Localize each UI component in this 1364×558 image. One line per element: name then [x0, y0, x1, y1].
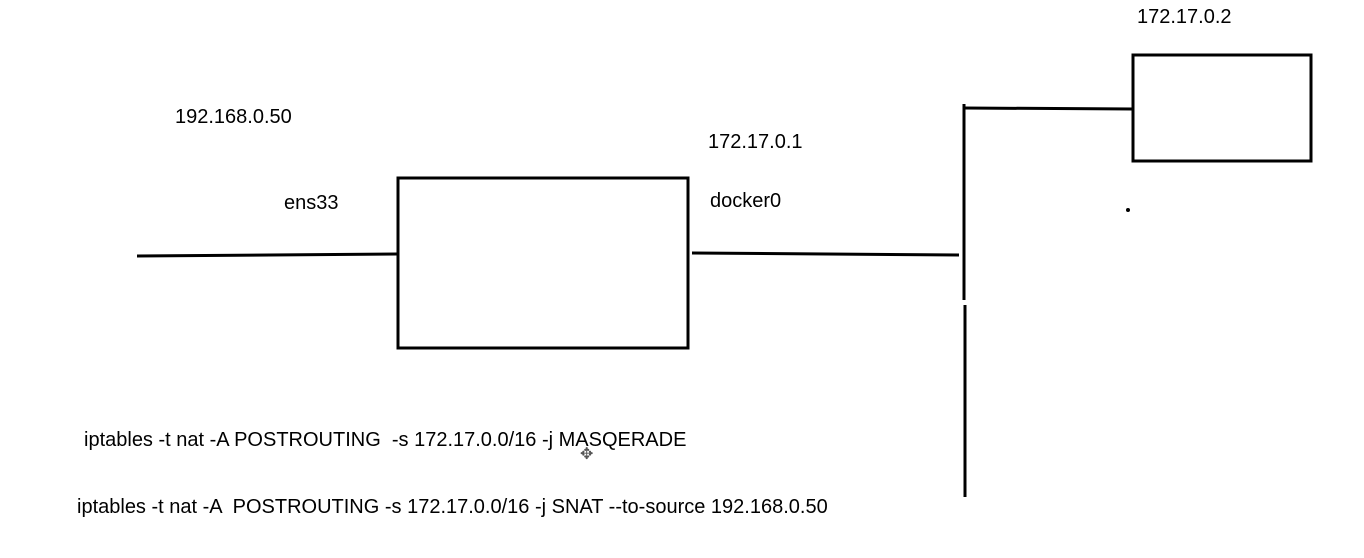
host-interface-label: ens33 — [284, 192, 339, 214]
bridge-interface-label: docker0 — [710, 190, 782, 212]
docker0-link-line — [691, 251, 960, 257]
container-ip-label: 172.17.0.2 — [1137, 6, 1232, 28]
ens33-uplink-line — [136, 252, 398, 258]
masquerade-command-text: iptables -t nat -A POSTROUTING -s 172.17… — [84, 429, 687, 451]
move-cursor-icon: ✥ — [580, 446, 594, 463]
stray-dot — [1126, 208, 1130, 212]
bridge-ip-label: 172.17.0.1 — [708, 131, 803, 153]
host-box — [396, 176, 690, 350]
snat-command-text: iptables -t nat -A POSTROUTING -s 172.17… — [77, 496, 828, 518]
host-ip-label: 192.168.0.50 — [175, 106, 292, 128]
network-diagram — [136, 53, 1313, 497]
container-branch-line — [963, 106, 1134, 111]
container-box — [1131, 53, 1313, 163]
